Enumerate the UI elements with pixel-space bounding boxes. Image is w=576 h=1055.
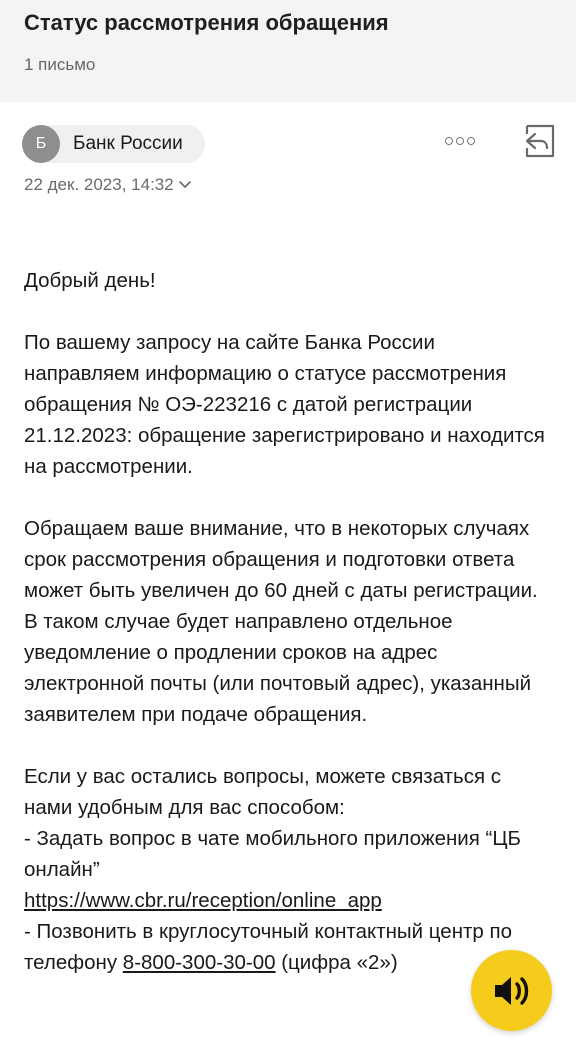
status-paragraph: По вашему запросу на сайте Банка России …	[24, 331, 545, 478]
chevron-down-icon	[178, 181, 191, 188]
message-count: 1 письмо	[24, 55, 96, 74]
more-dot	[445, 137, 453, 145]
greeting: Добрый день!	[24, 269, 156, 292]
online-app-link[interactable]: https://www.cbr.ru/reception/online_app	[24, 889, 382, 912]
message-date[interactable]: 22 дек. 2023, 14:32	[24, 175, 192, 195]
message-body: Добрый день! По вашему запросу на сайте …	[24, 265, 554, 978]
more-icon[interactable]	[440, 130, 480, 152]
message-header: Статус рассмотрения обращения 1 письмо	[0, 0, 576, 102]
date-text: 22 дек. 2023, 14:32	[24, 175, 174, 194]
sender-avatar: Б	[22, 125, 60, 163]
sender-chip[interactable]: Б Банк России	[22, 125, 205, 163]
reply-icon[interactable]	[519, 122, 557, 160]
thread-subject: Статус рассмотрения обращения	[24, 10, 389, 35]
phone-suffix: (цифра «2»)	[281, 951, 398, 974]
contacts-intro: Если у вас остались вопросы, можете связ…	[24, 765, 502, 819]
read-aloud-button[interactable]	[471, 950, 552, 1031]
speaker-icon	[494, 976, 528, 1005]
more-dot	[456, 137, 464, 145]
contact-item-phone: - Позвонить в круглосуточный контактный …	[24, 916, 554, 978]
phone-link[interactable]: 8-800-300-30-00	[123, 951, 276, 974]
notice-paragraph: Обращаем ваше внимание, что в некоторых …	[24, 517, 538, 726]
contacts-block: Если у вас остались вопросы, можете связ…	[24, 761, 554, 978]
sender-name: Банк России	[73, 133, 183, 154]
reply-icon-graphic	[525, 124, 555, 158]
contact-item-chat: - Задать вопрос в чате мобильного прилож…	[24, 827, 521, 881]
more-dot	[467, 137, 475, 145]
